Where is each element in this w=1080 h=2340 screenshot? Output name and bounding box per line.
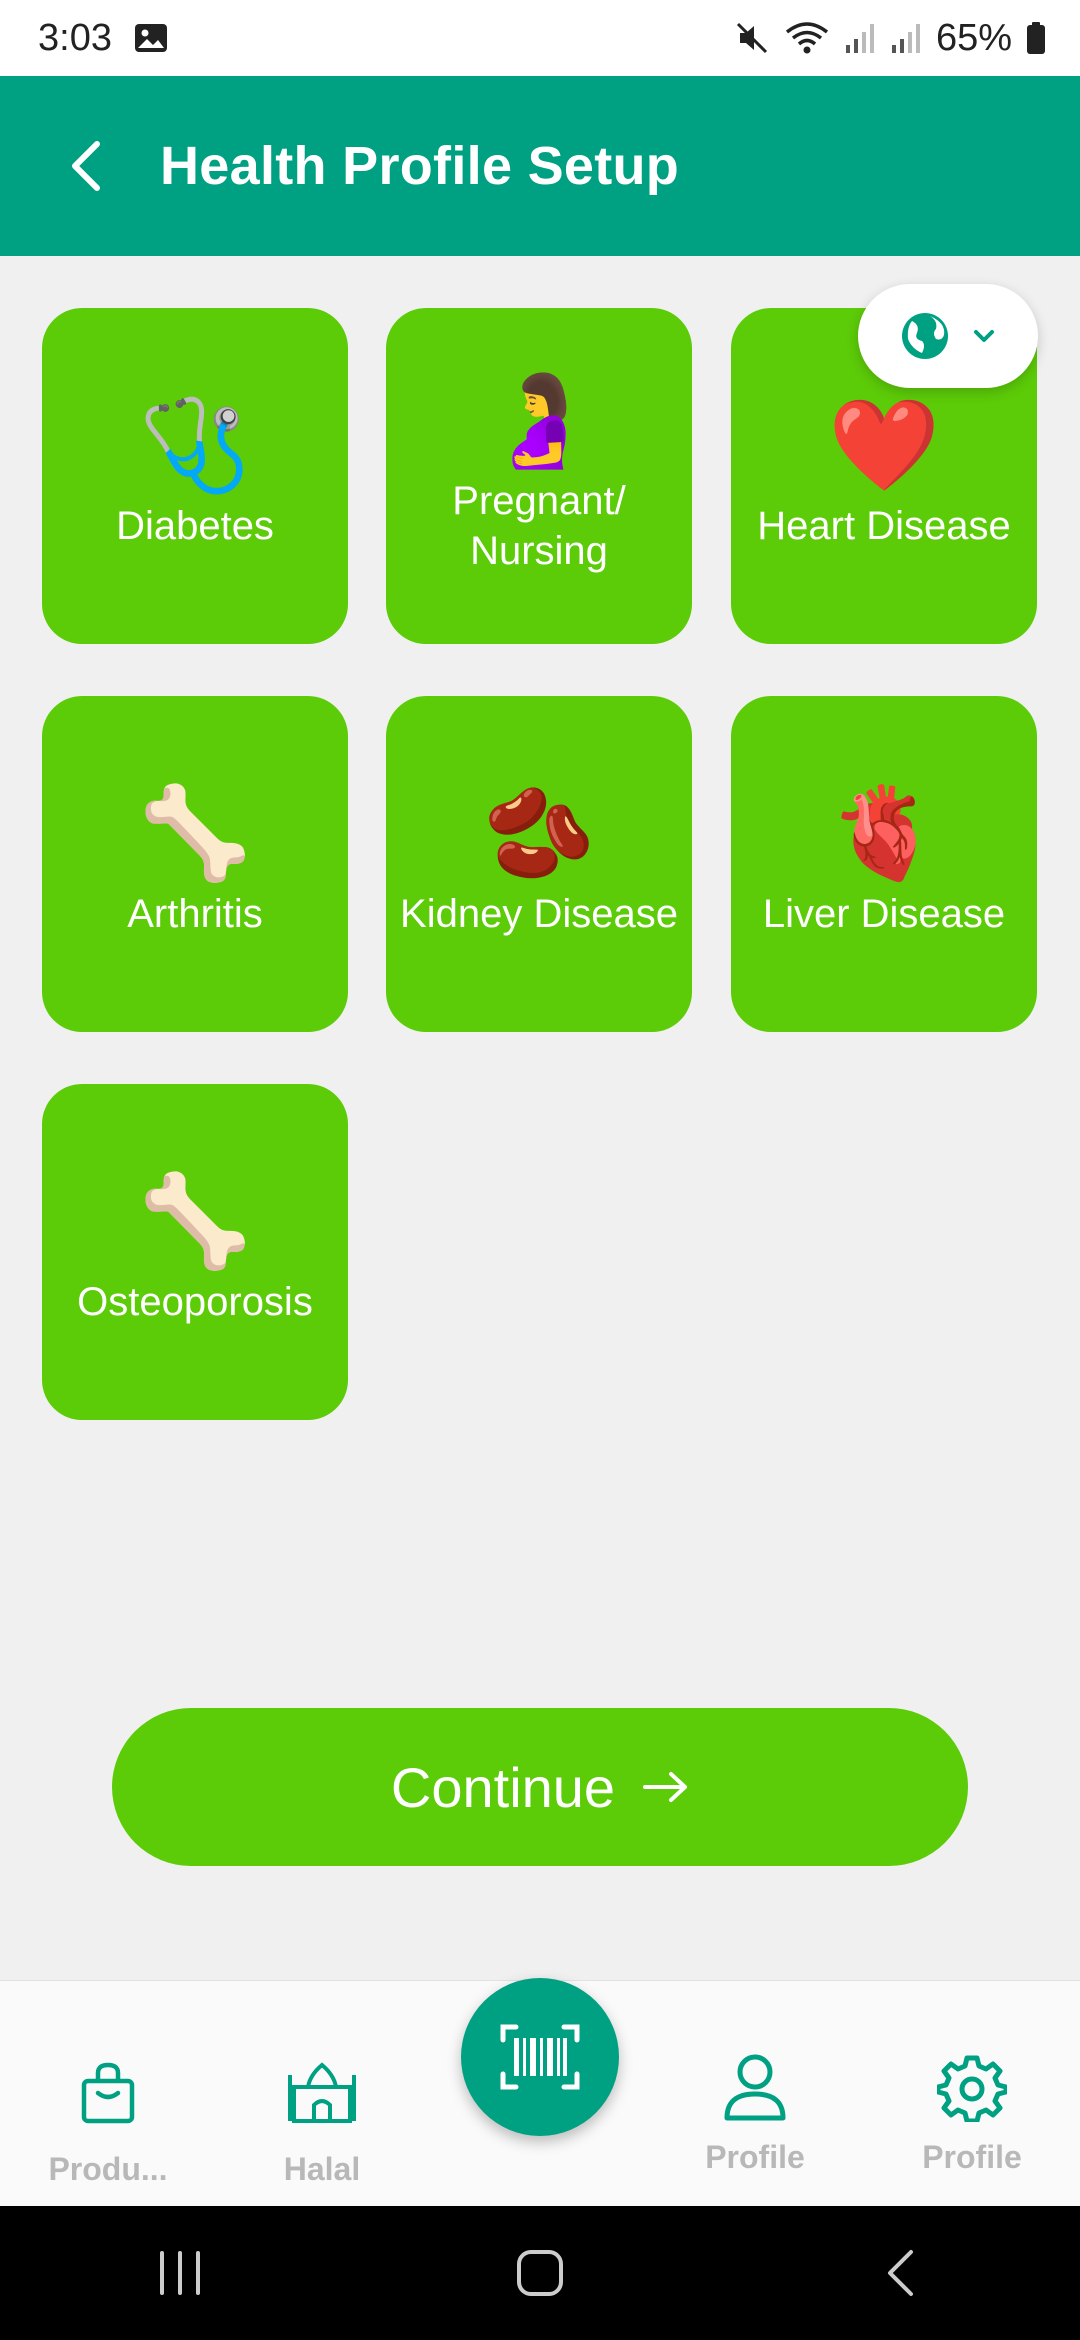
- status-bar: 3:03 65%: [0, 0, 1080, 76]
- battery-percent: 65%: [935, 16, 1012, 59]
- mute-icon: [734, 20, 770, 56]
- continue-button[interactable]: Continue: [112, 1708, 968, 1866]
- back-icon: [888, 2250, 913, 2296]
- globe-icon: [902, 313, 948, 359]
- home-button[interactable]: [480, 2223, 600, 2323]
- condition-tile-liver-disease[interactable]: 🫀 Liver Disease: [731, 696, 1037, 1032]
- scan-barcode-button[interactable]: [461, 1978, 619, 2136]
- wifi-icon: [784, 20, 830, 56]
- home-icon: [517, 2250, 563, 2296]
- barcode-scan-icon: [500, 2024, 580, 2090]
- page-title: Health Profile Setup: [160, 136, 680, 196]
- nav-item-halal[interactable]: Halal: [222, 1981, 422, 2207]
- tile-label: Osteoporosis: [77, 1280, 313, 1324]
- condition-tile-osteoporosis[interactable]: 🦴 Osteoporosis: [42, 1084, 348, 1420]
- condition-tile-diabetes[interactable]: 🩺 Diabetes: [42, 308, 348, 644]
- kidney-beans-icon: 🫘: [482, 784, 596, 884]
- battery-icon: [1026, 21, 1046, 55]
- tile-label: Arthritis: [127, 892, 263, 936]
- status-time: 3:03: [38, 16, 112, 59]
- tile-label: Liver Disease: [762, 892, 1006, 936]
- nav-item-profile[interactable]: Profile: [655, 1981, 855, 2207]
- back-button[interactable]: [60, 136, 110, 196]
- nav-label: Produ...: [48, 2151, 168, 2187]
- language-selector[interactable]: [858, 284, 1038, 388]
- pregnant-woman-icon: 🤰: [482, 371, 596, 471]
- tile-label: Heart Disease: [757, 504, 1011, 548]
- tile-label: Diabetes: [116, 504, 274, 548]
- recent-apps-button[interactable]: [120, 2223, 240, 2323]
- heart-icon: ❤️: [827, 396, 941, 496]
- signal-icon: [890, 21, 922, 55]
- condition-tile-pregnant-nursing[interactable]: 🤰 Pregnant/ Nursing: [386, 308, 692, 644]
- system-back-button[interactable]: [840, 2223, 960, 2323]
- app-header: Health Profile Setup: [0, 76, 1080, 256]
- shopping-bag-icon: [81, 2062, 135, 2124]
- condition-tile-kidney-disease[interactable]: 🫘 Kidney Disease: [386, 696, 692, 1032]
- nav-item-settings[interactable]: Profile: [872, 1981, 1072, 2207]
- nav-label: Profile: [922, 2139, 1022, 2175]
- signal-icon: [844, 21, 876, 55]
- stethoscope-icon: 🩺: [138, 396, 252, 496]
- anatomical-heart-icon: 🫀: [827, 784, 941, 884]
- tile-label: Kidney Disease: [400, 892, 678, 936]
- back-arrow-icon: [72, 141, 100, 191]
- continue-label: Continue: [390, 1755, 616, 1819]
- system-navigation-bar: [0, 2206, 1080, 2340]
- nav-item-products[interactable]: Produ...: [8, 1981, 208, 2207]
- bone-icon: 🦴: [138, 1172, 252, 1272]
- gallery-icon: [134, 23, 168, 53]
- bone-icon: 🦴: [138, 784, 252, 884]
- tile-label: Pregnant/ Nursing: [452, 479, 626, 573]
- nav-label: Profile: [705, 2139, 805, 2175]
- recent-apps-icon: [160, 2251, 200, 2295]
- condition-tile-arthritis[interactable]: 🦴 Arthritis: [42, 696, 348, 1032]
- arrow-right-icon: [643, 1772, 688, 1802]
- gear-icon: [937, 2055, 1007, 2122]
- mosque-icon: [288, 2062, 356, 2123]
- nav-label: Halal: [283, 2151, 361, 2187]
- chevron-down-icon: [974, 330, 994, 342]
- user-icon: [724, 2054, 786, 2121]
